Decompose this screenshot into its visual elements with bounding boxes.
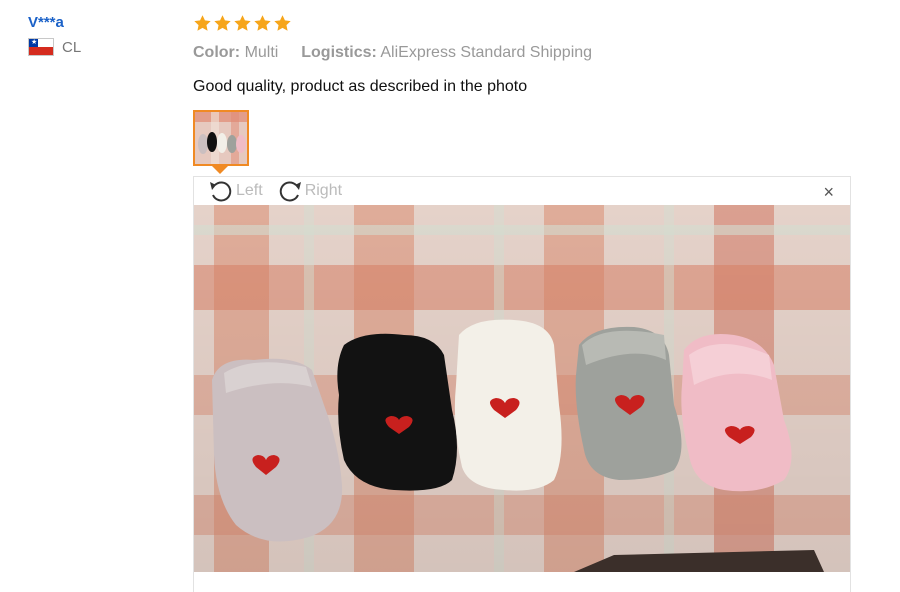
close-icon[interactable]: × bbox=[823, 183, 834, 201]
rotate-right-button[interactable]: Right bbox=[277, 179, 342, 203]
rotate-right-label: Right bbox=[304, 182, 343, 199]
star-icon bbox=[254, 14, 271, 31]
chile-flag-icon: ★ bbox=[28, 38, 54, 56]
logistics-value: AliExpress Standard Shipping bbox=[380, 44, 593, 61]
review-content: Color: Multi Logistics: AliExpress Stand… bbox=[193, 10, 853, 98]
viewer-toolbar: Left Right × bbox=[194, 177, 850, 205]
review-text: Good quality, product as described in th… bbox=[193, 78, 528, 95]
reviewer-name: V***a bbox=[28, 14, 64, 31]
rotate-right-icon bbox=[279, 181, 301, 202]
rotate-left-button[interactable]: Left bbox=[208, 179, 263, 203]
rotate-left-label: Left bbox=[236, 182, 263, 199]
thumbnail-pointer bbox=[212, 166, 228, 174]
country-code: CL bbox=[62, 38, 82, 56]
color-key: Color: bbox=[193, 44, 241, 61]
star-icon bbox=[274, 14, 291, 31]
image-viewer: Left Right × bbox=[193, 176, 851, 592]
sock-photo-image bbox=[194, 205, 850, 572]
photo-thumbnail[interactable] bbox=[193, 110, 249, 166]
star-icon bbox=[194, 14, 211, 31]
review-attributes: Color: Multi Logistics: AliExpress Stand… bbox=[193, 42, 853, 64]
thumbnail-image bbox=[195, 112, 247, 164]
star-icon bbox=[214, 14, 231, 31]
reviewer-country: ★ CL bbox=[28, 38, 168, 56]
star-rating bbox=[193, 10, 853, 36]
star-icon bbox=[234, 14, 251, 31]
rotate-left-icon bbox=[210, 181, 232, 202]
review-photo[interactable] bbox=[194, 205, 850, 572]
reviewer-info: V***a ★ CL bbox=[28, 12, 168, 56]
color-value: Multi bbox=[244, 44, 279, 61]
logistics-key: Logistics: bbox=[301, 44, 377, 61]
